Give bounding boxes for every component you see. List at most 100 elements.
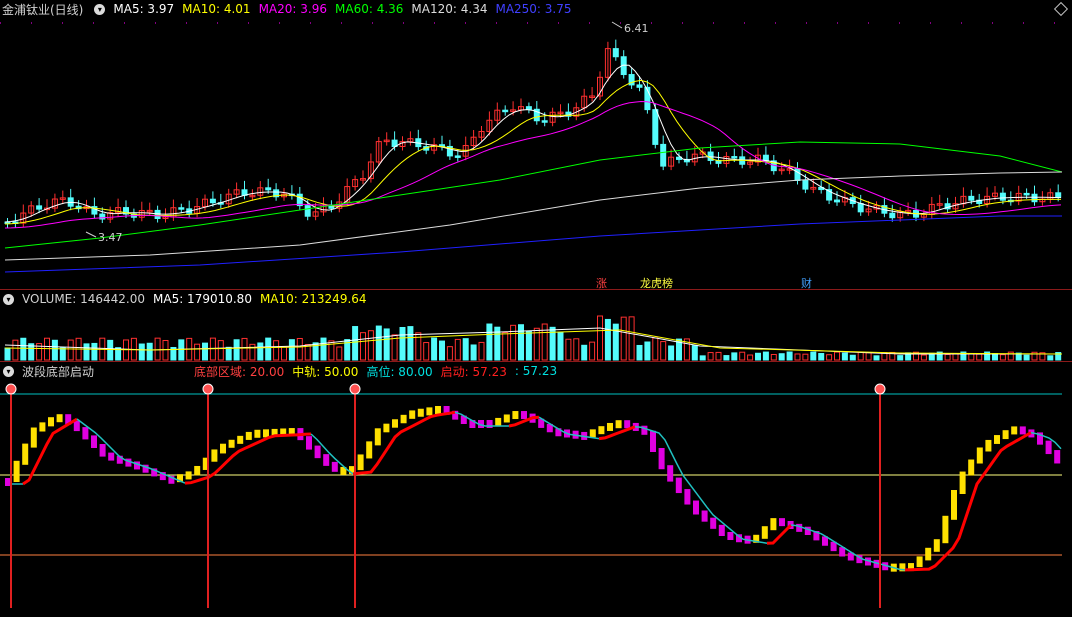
rise-bar (994, 435, 1000, 444)
volume-bar (446, 346, 453, 361)
volume-chart[interactable] (0, 290, 1072, 361)
candlestick-chart[interactable] (0, 0, 1072, 289)
rise-bar (925, 547, 932, 561)
volume-bar (233, 339, 240, 361)
candle-body (889, 212, 896, 219)
volume-bar (581, 344, 588, 361)
fall-bar (91, 435, 97, 448)
candle-body (1055, 192, 1062, 198)
rise-bar (417, 408, 424, 417)
rise-bar (254, 429, 261, 438)
fall-bar (667, 465, 674, 482)
fall-bar (73, 420, 80, 432)
volume-bar (565, 338, 572, 361)
candle-body (857, 203, 864, 213)
volume-bar (478, 341, 485, 361)
volume-bar (320, 337, 327, 361)
fall-bar (1054, 450, 1061, 464)
ma5-line (4, 64, 1062, 223)
rise-bar (357, 454, 364, 471)
signal-ball-icon (5, 383, 17, 395)
volume-bar (91, 342, 98, 361)
low-price-label: 3.47 (98, 231, 123, 244)
signal-ball-icon (202, 383, 214, 395)
rise-bar (392, 419, 398, 428)
volume-bar (920, 354, 927, 361)
volume-bar (770, 353, 777, 361)
candle-body (834, 199, 840, 203)
volume-bar (762, 351, 769, 361)
rise-bar (933, 539, 940, 552)
rise-bar (761, 526, 768, 539)
ma20-line (4, 100, 1062, 229)
candle-body (296, 193, 303, 207)
fall-bar (684, 489, 691, 505)
rise-bar (263, 429, 269, 438)
candle-body (794, 168, 801, 181)
volume-bar (399, 326, 406, 361)
volume-bar (518, 324, 524, 361)
ma10-line (4, 79, 1061, 225)
price-pane[interactable]: 金浦钛业(日线) ▾ MA5: 3.97 MA10: 4.01 MA20: 3.… (0, 0, 1072, 290)
fall-bar (710, 517, 717, 529)
volume-bar (162, 339, 169, 361)
volume-bar (818, 353, 825, 361)
volume-bar (20, 337, 27, 361)
fall-bar (693, 500, 699, 515)
fall-bar (624, 420, 631, 429)
rise-bar (512, 411, 519, 420)
rise-bar (22, 443, 29, 465)
rise-bar (968, 459, 975, 476)
rise-bar (400, 414, 407, 424)
rise-bar (220, 443, 226, 454)
volume-bar (707, 352, 714, 361)
fall-bar (521, 411, 527, 420)
signal-ball-icon (874, 383, 886, 395)
rise-bar (976, 447, 983, 464)
rise-bar (1002, 430, 1009, 440)
volume-bar (652, 337, 659, 361)
rise-bar (39, 422, 46, 432)
volume-bar (747, 354, 754, 361)
candle-body (209, 198, 216, 204)
volume-bar (636, 344, 643, 361)
volume-bar (731, 352, 738, 361)
indicator-pane[interactable]: ▾ 波段底部启动 底部区域: 20.00 中轨: 50.00 高位: 80.00… (0, 362, 1072, 617)
candle-body (502, 109, 509, 113)
rise-bar (374, 428, 381, 446)
volume-bar (557, 331, 564, 361)
candle-body (652, 109, 659, 145)
volume-bar (383, 328, 390, 361)
volume-bar (44, 337, 50, 361)
volume-bar (865, 352, 872, 361)
rise-bar (383, 423, 390, 433)
volume-bar (826, 354, 833, 361)
volume-bar (59, 347, 66, 361)
rise-bar (1011, 426, 1018, 435)
rise-bar (13, 460, 20, 482)
rise-bar (228, 439, 235, 448)
volume-bar (281, 346, 287, 361)
rise-bar (770, 518, 777, 531)
candle-body (178, 207, 185, 210)
volume-bar (217, 340, 224, 361)
rise-bar (985, 439, 992, 452)
volume-bar (138, 343, 145, 361)
volume-pane[interactable]: ▾ VOLUME: 146442.00 MA5: 179010.80 MA10:… (0, 290, 1072, 361)
candle-body (612, 48, 619, 58)
fall-bar (486, 420, 493, 428)
ma60-line (4, 141, 1063, 249)
volume-bar (589, 341, 596, 361)
volume-bar (604, 318, 611, 361)
volume-bar (439, 340, 445, 361)
candle-body (1023, 192, 1030, 196)
fall-bar (675, 477, 682, 494)
volume-bar (723, 355, 730, 361)
fall-bar (108, 452, 115, 461)
volume-bar (502, 331, 509, 361)
low-pointer (85, 231, 97, 238)
rise-bar (942, 515, 949, 544)
volume-bar (273, 340, 280, 361)
oscillator-chart[interactable] (0, 362, 1072, 617)
candle-body (731, 156, 738, 159)
